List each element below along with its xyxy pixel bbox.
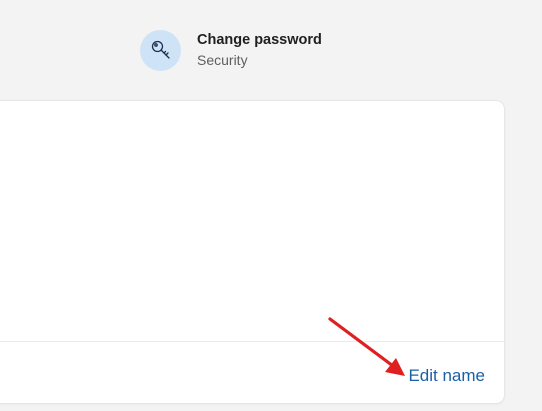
- change-password-link[interactable]: Change password Security: [140, 29, 322, 71]
- account-card: Edit name: [0, 101, 504, 403]
- edit-name-link[interactable]: Edit name: [408, 366, 485, 386]
- quick-link-title: Change password: [197, 31, 322, 48]
- card-footer: Edit name: [0, 342, 504, 403]
- card-body: [0, 101, 504, 341]
- quick-link-text: Change password Security: [197, 31, 322, 70]
- quick-link-subtitle: Security: [197, 51, 248, 68]
- key-icon-container: [140, 29, 181, 71]
- key-icon: [151, 40, 170, 59]
